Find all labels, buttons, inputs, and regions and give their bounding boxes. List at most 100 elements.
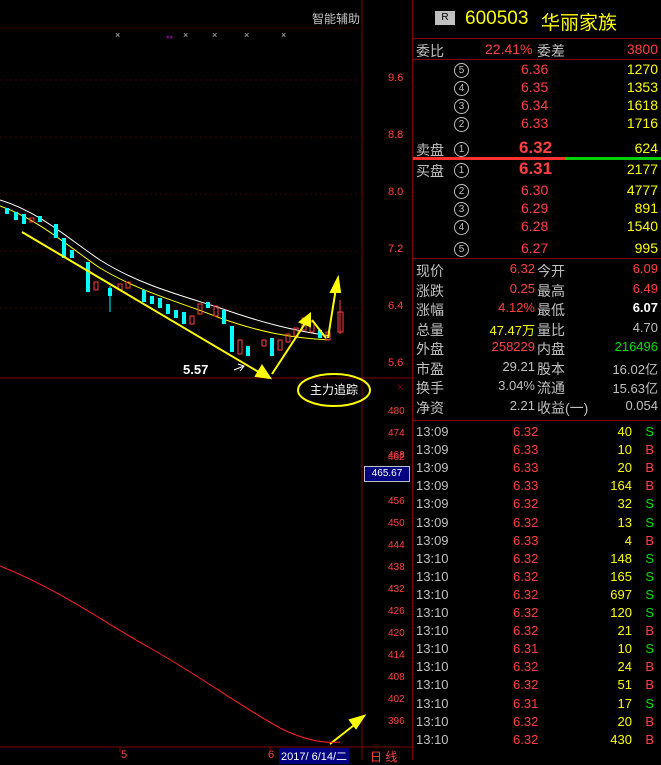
date-label-right: 6 — [268, 749, 275, 761]
tick-price: 6.33 — [513, 478, 539, 494]
quote-row: 净资 2.21 收益(一) 0.054 — [413, 398, 661, 416]
tick-row[interactable]: 13:10 6.32 697 S — [413, 587, 661, 605]
buy-level[interactable]: 4 6.28 1540 — [413, 218, 661, 236]
quote-value: 4.70 — [632, 319, 658, 335]
tick-price: 6.32 — [513, 713, 539, 729]
buy-level[interactable]: 5 6.27 995 — [413, 240, 661, 258]
tick-row[interactable]: 13:09 6.32 32 S — [413, 496, 661, 514]
buy-label: 买盘 — [416, 163, 444, 179]
tick-row[interactable]: 13:10 6.32 20 B — [413, 714, 661, 732]
tick-time: 13:10 — [416, 623, 449, 639]
buy-volume: 891 — [634, 200, 658, 216]
tick-time: 13:10 — [416, 568, 449, 584]
tick-row[interactable]: 13:10 6.31 10 S — [413, 641, 661, 659]
quote-row: 换手 3.04% 流通 15.63亿 — [413, 378, 661, 396]
tick-row[interactable]: 13:10 6.32 148 S — [413, 551, 661, 569]
kline-chart-area[interactable]: × × × × × ** 智能辅助 9.6 8.8 8.0 7.2 6.4 5.… — [0, 0, 412, 764]
tick-price: 6.32 — [513, 514, 539, 530]
tick-row[interactable]: 13:10 6.32 24 B — [413, 659, 661, 677]
tick-row[interactable]: 13:09 6.32 13 S — [413, 515, 661, 533]
sell-level[interactable]: 4 6.35 1353 — [413, 79, 661, 97]
buy-price: 6.31 — [519, 159, 553, 178]
axis-tick: 7.2 — [388, 243, 404, 255]
low-price-marker: 5.57 — [183, 362, 209, 377]
indicator-curve — [0, 565, 341, 743]
tick-row[interactable]: 13:10 6.31 17 S — [413, 696, 661, 714]
quote-label: 现价 — [416, 263, 444, 279]
sell-volume: 1270 — [626, 61, 658, 77]
ind-tick: 414 — [388, 650, 405, 661]
tick-price: 6.33 — [513, 460, 539, 476]
tick-row[interactable]: 13:10 6.32 430 B — [413, 732, 661, 750]
tick-row[interactable]: 13:09 6.32 40 S — [413, 424, 661, 442]
tick-price: 6.33 — [513, 442, 539, 458]
buy-price: 6.28 — [521, 218, 549, 234]
tick-side: B — [645, 532, 654, 548]
tick-volume: 24 — [617, 659, 632, 675]
sell-level[interactable]: 2 6.33 1716 — [413, 115, 661, 133]
tick-volume: 164 — [610, 478, 632, 494]
tick-time: 13:09 — [416, 478, 449, 494]
ma-yellow — [0, 205, 331, 341]
quote-row: 总量 47.47万 量比 4.70 — [413, 320, 661, 338]
tick-side: B — [645, 677, 654, 693]
tick-volume: 10 — [617, 641, 632, 657]
tick-row[interactable]: 13:09 6.33 20 B — [413, 460, 661, 478]
marker-x: × — [212, 30, 217, 40]
tick-row[interactable]: 13:10 6.32 21 B — [413, 623, 661, 641]
tick-row[interactable]: 13:10 6.32 165 S — [413, 569, 661, 587]
sell-volume: 1618 — [626, 97, 658, 113]
axis-tick: 5.6 — [388, 357, 404, 369]
assist-label[interactable]: 智能辅助 — [312, 10, 360, 27]
tick-side: S — [645, 550, 654, 566]
tick-price: 6.31 — [513, 641, 539, 657]
ind-tick: 456 — [388, 496, 405, 507]
ind-tick: 438 — [388, 562, 405, 573]
tick-volume: 120 — [610, 605, 632, 620]
indicator-label[interactable]: 主力追踪 — [310, 381, 358, 398]
tick-price: 6.32 — [513, 677, 539, 693]
period-label[interactable]: 日 线 — [370, 748, 397, 765]
sell-level[interactable]: 3 6.34 1618 — [413, 97, 661, 115]
quote-value: 6.32 — [509, 261, 535, 276]
tick-time: 13:09 — [416, 460, 449, 476]
tick-price: 6.32 — [513, 605, 539, 620]
quote-value: 216496 — [614, 339, 658, 354]
sell-price: 6.36 — [521, 61, 549, 77]
tick-price: 6.33 — [513, 532, 539, 548]
buy-volume: 1540 — [626, 218, 658, 234]
quote-label: 收益(一) — [537, 399, 589, 416]
buy-volume: 995 — [634, 240, 658, 256]
ind-tick: 408 — [388, 672, 405, 683]
quote-label: 净资 — [416, 399, 444, 416]
stock-name: 华丽家族 — [541, 13, 618, 34]
buy-level[interactable]: 3 6.29 891 — [413, 200, 661, 218]
diff-label: 委差 — [537, 43, 565, 59]
ind-tick: 450 — [388, 518, 405, 529]
tick-volume: 430 — [610, 731, 632, 747]
buy-level[interactable]: 买盘 1 6.31 2177 — [413, 159, 661, 179]
tick-row[interactable]: 13:09 6.33 164 B — [413, 478, 661, 496]
tick-volume: 20 — [617, 460, 632, 476]
tick-price: 6.32 — [513, 568, 539, 584]
close-icon[interactable]: × — [397, 380, 404, 394]
tick-row[interactable]: 13:09 6.33 4 B — [413, 533, 661, 551]
sell-level[interactable]: 5 6.36 1270 — [413, 61, 661, 79]
tick-row[interactable]: 13:09 6.33 10 B — [413, 442, 661, 460]
tick-price: 6.32 — [513, 496, 539, 512]
marker-x: × — [183, 30, 188, 40]
buy-level[interactable]: 2 6.30 4777 — [413, 182, 661, 200]
tick-price: 6.32 — [513, 586, 539, 602]
tick-time: 13:09 — [416, 514, 449, 530]
tick-side: S — [645, 568, 654, 584]
sell-price: 6.35 — [521, 79, 549, 95]
buy-volume: 4777 — [626, 182, 658, 198]
tick-row[interactable]: 13:10 6.32 51 B — [413, 677, 661, 695]
sell-volume: 624 — [634, 140, 658, 156]
sell-price: 6.33 — [521, 115, 549, 131]
tick-row[interactable]: 13:10 6.32 120 S — [413, 605, 661, 623]
tick-volume: 32 — [617, 496, 632, 512]
axis-tick: 6.4 — [388, 300, 404, 312]
sell-level[interactable]: 卖盘 1 6.32 624 — [413, 138, 661, 158]
quote-value: 2.21 — [509, 397, 535, 413]
